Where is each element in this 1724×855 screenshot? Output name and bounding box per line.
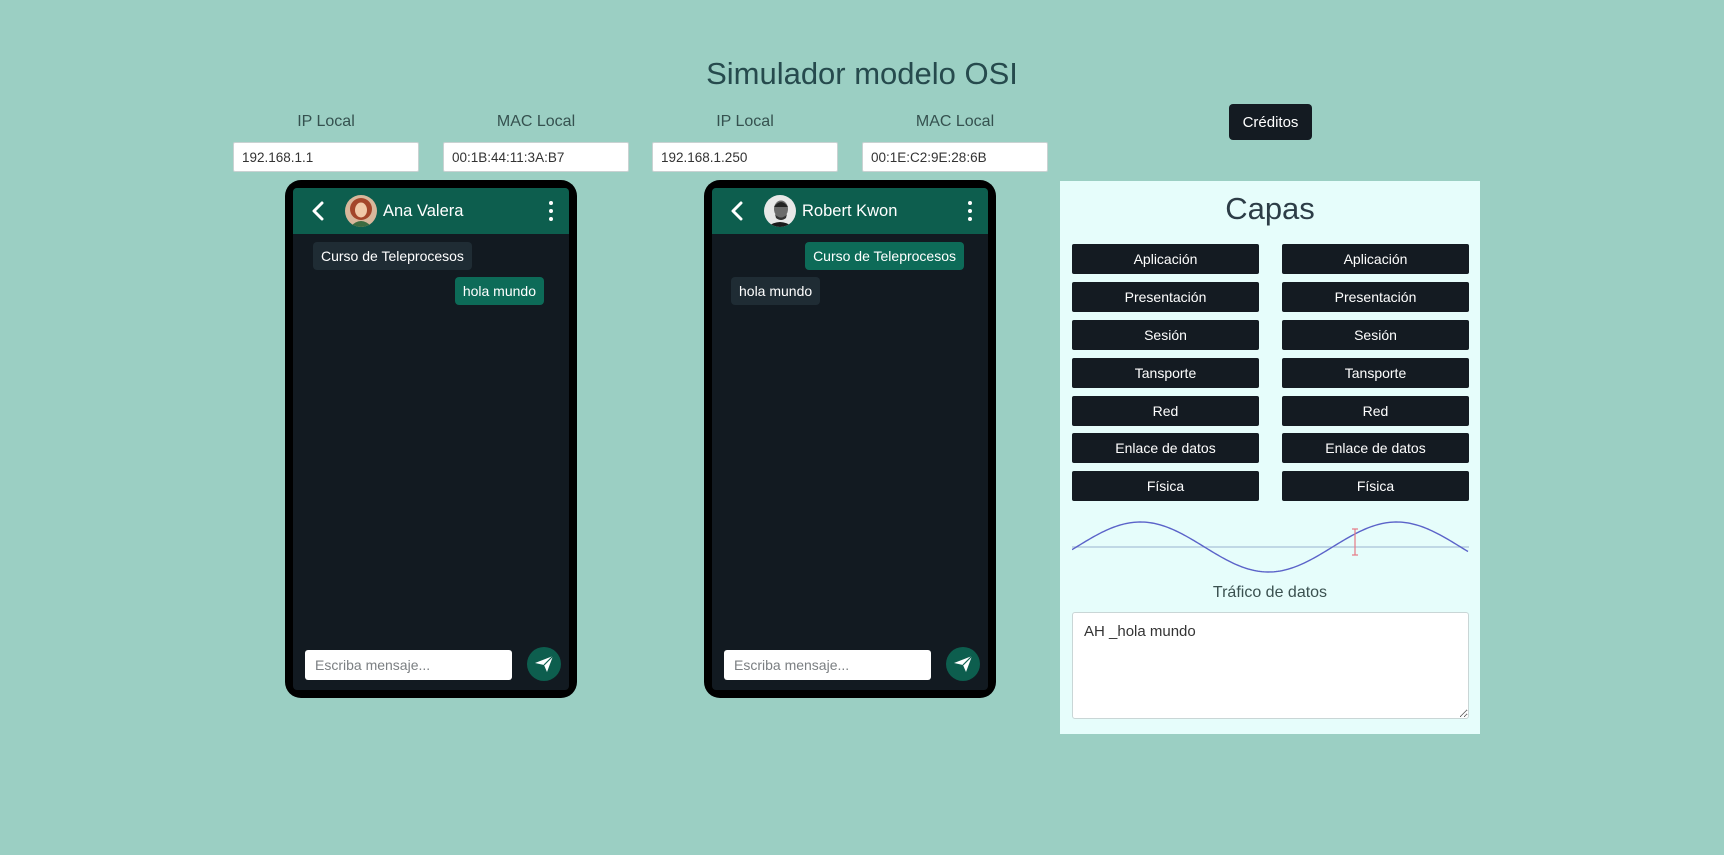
message-bubble: hola mundo xyxy=(454,277,544,305)
credits-button[interactable]: Créditos xyxy=(1229,104,1312,140)
mac-local-label-1: MAC Local xyxy=(496,113,576,130)
message-input[interactable] xyxy=(724,650,931,680)
layer-left-aplicacion[interactable]: Aplicación xyxy=(1072,244,1259,274)
layer-right-transporte[interactable]: Tansporte xyxy=(1282,358,1469,388)
send-button[interactable] xyxy=(946,647,980,681)
kebab-menu-icon[interactable] xyxy=(547,198,555,224)
send-icon xyxy=(954,655,973,672)
message-list: Curso de Teleprocesos hola mundo xyxy=(712,234,988,644)
message-bubble: hola mundo xyxy=(731,277,821,305)
contact-name: Robert Kwon xyxy=(802,201,898,220)
phone-ana: Ana Valera Curso de Teleprocesos hola mu… xyxy=(285,180,577,698)
layers-panel: Capas Aplicación Presentación Sesión Tan… xyxy=(1060,181,1480,734)
chevron-left-icon[interactable] xyxy=(307,200,329,222)
composer xyxy=(293,644,569,690)
ip-local-input-2[interactable] xyxy=(652,142,838,172)
composer xyxy=(712,644,988,690)
layer-right-aplicacion[interactable]: Aplicación xyxy=(1282,244,1469,274)
layer-left-red[interactable]: Red xyxy=(1072,396,1259,426)
phone-robert: Robert Kwon Curso de Teleprocesos hola m… xyxy=(704,180,996,698)
layer-left-transporte[interactable]: Tansporte xyxy=(1072,358,1259,388)
layer-right-enlace[interactable]: Enlace de datos xyxy=(1282,433,1469,463)
mac-local-input-1[interactable] xyxy=(443,142,629,172)
layer-left-presentacion[interactable]: Presentación xyxy=(1072,282,1259,312)
layer-right-sesion[interactable]: Sesión xyxy=(1282,320,1469,350)
contact-name: Ana Valera xyxy=(383,201,464,220)
traffic-textarea[interactable]: AH _hola mundo xyxy=(1072,612,1469,719)
ip-local-label-1: IP Local xyxy=(297,113,355,130)
layer-right-fisica[interactable]: Física xyxy=(1282,471,1469,501)
send-button[interactable] xyxy=(527,647,561,681)
avatar xyxy=(345,195,377,227)
message-list: Curso de Teleprocesos hola mundo xyxy=(293,234,569,644)
ip-local-input-1[interactable] xyxy=(233,142,419,172)
avatar xyxy=(764,195,796,227)
mac-local-label-2: MAC Local xyxy=(915,113,995,130)
layer-right-red[interactable]: Red xyxy=(1282,396,1469,426)
kebab-menu-icon[interactable] xyxy=(966,198,974,224)
chat-header: Robert Kwon xyxy=(712,188,988,234)
send-icon xyxy=(535,655,554,672)
message-bubble: Curso de Teleprocesos xyxy=(805,242,964,270)
ip-local-label-2: IP Local xyxy=(716,113,774,130)
chat-header: Ana Valera xyxy=(293,188,569,234)
page-title: Simulador modelo OSI xyxy=(706,56,1018,91)
traffic-label: Tráfico de datos xyxy=(1212,584,1328,601)
phone-screen: Ana Valera Curso de Teleprocesos hola mu… xyxy=(293,188,569,690)
chevron-left-icon[interactable] xyxy=(726,200,748,222)
layers-title: Capas xyxy=(1225,191,1315,226)
layer-left-sesion[interactable]: Sesión xyxy=(1072,320,1259,350)
signal-wave xyxy=(1072,521,1469,573)
phone-screen: Robert Kwon Curso de Teleprocesos hola m… xyxy=(712,188,988,690)
mac-local-input-2[interactable] xyxy=(862,142,1048,172)
layer-left-enlace[interactable]: Enlace de datos xyxy=(1072,433,1259,463)
message-bubble: Curso de Teleprocesos xyxy=(313,242,472,270)
layer-left-fisica[interactable]: Física xyxy=(1072,471,1259,501)
message-input[interactable] xyxy=(305,650,512,680)
layer-right-presentacion[interactable]: Presentación xyxy=(1282,282,1469,312)
